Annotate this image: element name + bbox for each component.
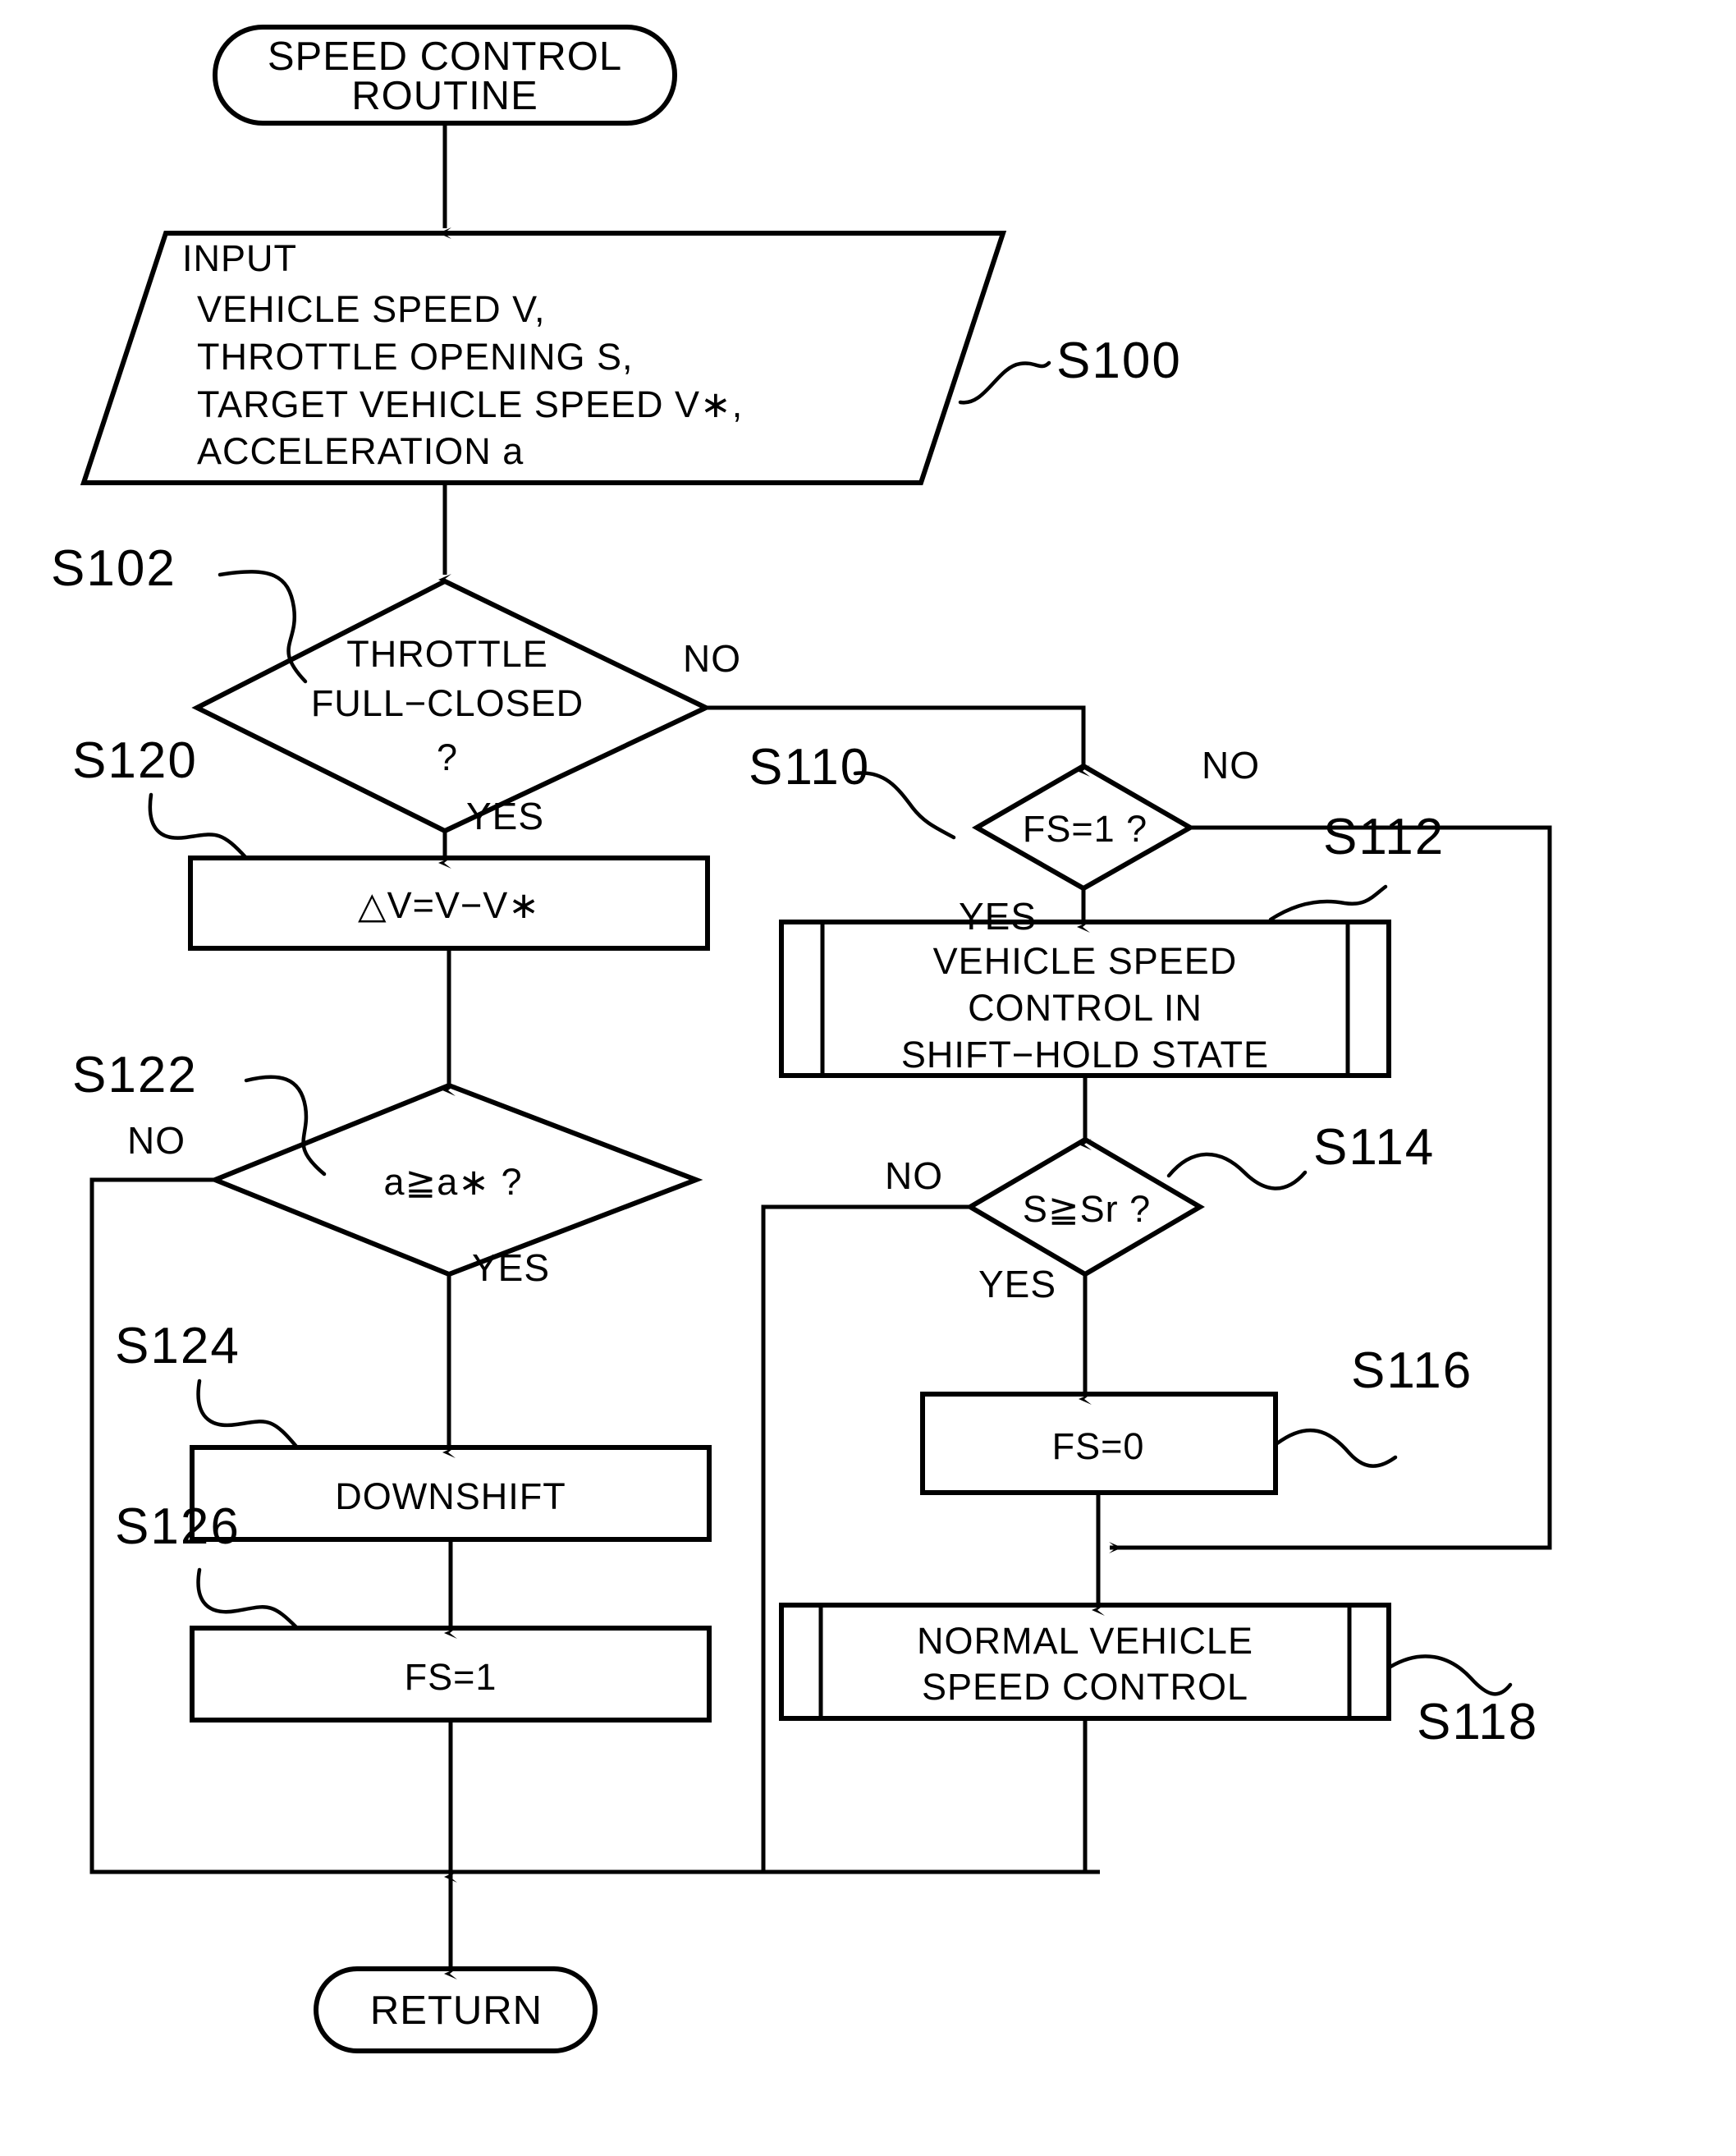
leader-s126	[196, 1567, 300, 1631]
step-label-s122: S122	[72, 1047, 198, 1103]
node-s112-line1: VEHICLE SPEED	[933, 940, 1238, 982]
node-s116-label: FS=0	[1052, 1425, 1145, 1467]
branch-label-s110-no: NO	[1202, 744, 1260, 787]
leader-s120	[148, 792, 249, 860]
node-s112-line3: SHIFT−HOLD STATE	[901, 1034, 1269, 1076]
node-s102-line3: ?	[437, 736, 458, 778]
step-label-s112: S112	[1323, 809, 1445, 865]
terminal-start-line2: ROUTINE	[351, 74, 538, 118]
step-label-s102: S102	[51, 540, 176, 597]
leader-s116	[1275, 1428, 1398, 1468]
terminal-return: RETURN	[314, 1966, 598, 2053]
step-label-s110: S110	[749, 739, 870, 796]
step-label-s118: S118	[1417, 1694, 1538, 1750]
terminal-start: SPEED CONTROL ROUTINE	[213, 25, 677, 126]
branch-label-s114-yes: YES	[978, 1263, 1056, 1305]
leader-s122	[244, 1075, 327, 1177]
terminal-return-label: RETURN	[370, 1989, 543, 2033]
leader-s114	[1166, 1152, 1308, 1190]
node-s102-line1: THROTTLE	[346, 633, 548, 675]
node-s110-label: FS=1 ?	[1023, 808, 1147, 850]
node-s126-label: FS=1	[405, 1656, 497, 1698]
step-label-s114: S114	[1313, 1119, 1435, 1176]
leader-s124	[196, 1378, 300, 1450]
node-s114-label: S≧Sr ?	[1023, 1188, 1151, 1230]
node-s110: FS=1 ?	[971, 763, 1196, 892]
node-s118: NORMAL VEHICLE SPEED CONTROL	[779, 1603, 1391, 1721]
connector-s110-no-rail	[1109, 825, 1552, 1553]
branch-label-s102-yes: YES	[466, 795, 544, 837]
flowchart-canvas: SPEED CONTROL ROUTINE INPUT VEHICLE SPEE…	[0, 0, 1736, 2156]
step-label-s124: S124	[115, 1318, 240, 1374]
step-label-s120: S120	[72, 732, 198, 789]
node-s102: THROTTLE FULL−CLOSED ?	[191, 578, 712, 834]
node-s120-label: △V=V−V∗	[358, 884, 540, 926]
node-s112-line2: CONTROL IN	[968, 987, 1202, 1029]
flowchart-svg: SPEED CONTROL ROUTINE INPUT VEHICLE SPEE…	[51, 25, 1552, 2053]
node-s122: a≧a∗ ?	[208, 1082, 703, 1278]
step-label-s100: S100	[1056, 333, 1182, 389]
branch-label-s114-no: NO	[885, 1154, 943, 1197]
node-s118-line1: NORMAL VEHICLE	[917, 1620, 1253, 1662]
node-s118-line2: SPEED CONTROL	[922, 1666, 1248, 1708]
step-label-s126: S126	[115, 1498, 240, 1555]
node-s120: △V=V−V∗	[188, 856, 710, 951]
node-s114: S≧Sr ?	[965, 1136, 1205, 1278]
node-s116: FS=0	[920, 1392, 1278, 1495]
leader-s112	[1268, 884, 1388, 922]
node-s100-line1: INPUT	[182, 237, 297, 279]
branch-label-s122-yes: YES	[472, 1246, 550, 1289]
leader-s100	[958, 360, 1051, 405]
node-s100: INPUT VEHICLE SPEED V, THROTTLE OPENING …	[80, 231, 1007, 485]
leader-s102	[218, 570, 308, 684]
step-label-s116: S116	[1351, 1342, 1473, 1399]
terminal-start-line1: SPEED CONTROL	[268, 34, 622, 79]
branch-label-s122-no: NO	[127, 1119, 186, 1162]
node-s126: FS=1	[190, 1626, 712, 1723]
branch-label-s110-yes: YES	[959, 895, 1037, 938]
leader-s118	[1388, 1654, 1513, 1696]
node-s100-line3: THROTTLE OPENING S,	[197, 336, 634, 378]
node-s100-line4: TARGET VEHICLE SPEED V∗,	[197, 383, 743, 425]
node-s124: DOWNSHIFT	[190, 1445, 712, 1542]
node-s124-label: DOWNSHIFT	[335, 1475, 566, 1517]
node-s100-line5: ACCELERATION a	[197, 430, 524, 472]
node-s112: VEHICLE SPEED CONTROL IN SHIFT−HOLD STAT…	[779, 920, 1391, 1078]
node-s100-line2: VEHICLE SPEED V,	[197, 288, 546, 330]
node-s122-label: a≧a∗ ?	[384, 1161, 523, 1203]
node-s102-line2: FULL−CLOSED	[311, 682, 584, 724]
branch-label-s102-no: NO	[683, 637, 741, 680]
